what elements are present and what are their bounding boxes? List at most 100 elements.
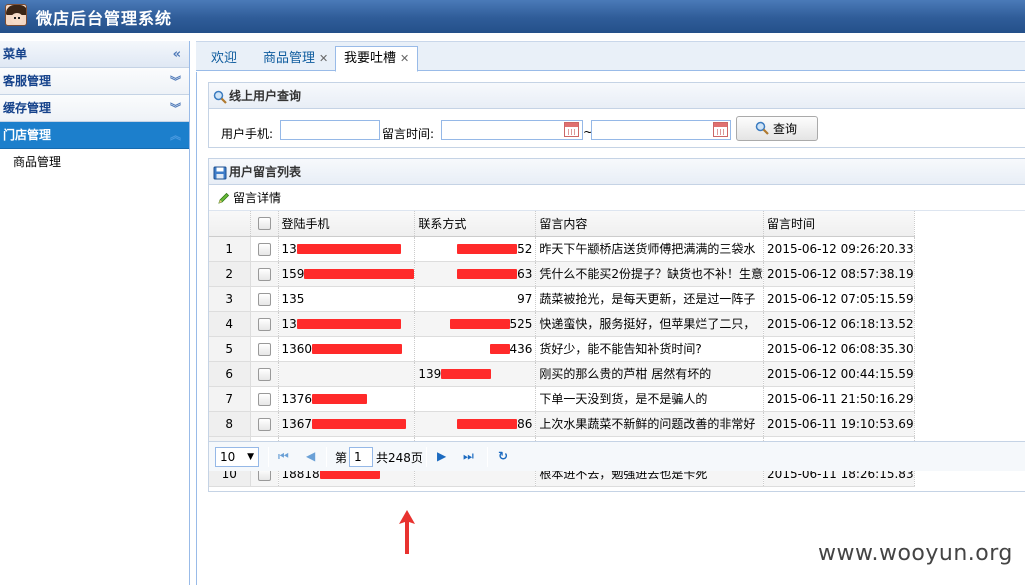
- start-date-input[interactable]: [441, 120, 583, 140]
- message-cell: 凭什么不能买2份提子？缺货也不补！生意: [535, 261, 765, 287]
- table-row[interactable]: 3 135 97 蔬菜被抢光，是每天更新，还是过一阵子 2015-06-12 07:05…: [209, 286, 915, 312]
- contact-cell: [414, 386, 537, 412]
- message-cell: 昨天下午颛桥店送货师傅把满满的三袋水: [535, 236, 765, 262]
- sidebar-header: 菜单 «: [0, 41, 189, 68]
- phone-cell: 1376: [278, 386, 416, 412]
- phone-label: 用户手机:: [221, 127, 274, 141]
- column-header[interactable]: 留言内容: [535, 211, 765, 237]
- query-button[interactable]: 查询: [736, 116, 818, 141]
- row-number: 8: [209, 411, 251, 437]
- row-select-cell: [250, 336, 279, 362]
- main-content: 线上用户查询 用户手机: 留言时间: ~ 查询 用户留言列表 留言详情 登陆手机…: [196, 72, 1025, 585]
- redaction-bar: [312, 419, 407, 429]
- time-cell: 2015-06-12 06:18:13.52: [763, 311, 915, 337]
- calendar-icon[interactable]: [564, 122, 579, 137]
- message-cell: 蔬菜被抢光，是每天更新，还是过一阵子: [535, 286, 765, 312]
- table-row[interactable]: 6 139 刚买的那么贵的芦柑 居然有坏的 2015-06-12 00:44:15.5…: [209, 361, 915, 387]
- collapse-chevron-icon[interactable]: ︽: [170, 122, 181, 149]
- phone-input[interactable]: [280, 120, 380, 140]
- contact-cell: 525: [414, 311, 537, 337]
- row-number: 5: [209, 336, 251, 362]
- search-panel: 线上用户查询 用户手机: 留言时间: ~ 查询: [208, 82, 1025, 148]
- save-disk-icon: [213, 166, 227, 179]
- pagination-bar: 10 ▼ ⏮ ◀ 第 1 共248页 ▶ ⏭ ↻: [209, 441, 1025, 471]
- time-cell: 2015-06-12 08:57:38.19: [763, 261, 915, 287]
- phone-cell: 13: [278, 236, 416, 262]
- sidebar-section-customer-service[interactable]: 客服管理 ︾: [0, 68, 189, 95]
- table-row[interactable]: 8 1367 86 上次水果蔬菜不新鲜的问题改善的非常好 2015-06-11 19:1…: [209, 411, 915, 437]
- table-row[interactable]: 7 1376 下单一天没到货，是不是骗人的 2015-06-11 21:50:16.2…: [209, 386, 915, 412]
- column-header[interactable]: 联系方式: [414, 211, 537, 237]
- redaction-bar: [312, 344, 403, 354]
- message-cell: 刚买的那么贵的芦柑 居然有坏的: [535, 361, 765, 387]
- expand-chevron-icon[interactable]: ︾: [170, 68, 181, 95]
- table-row[interactable]: 4 13 525 快递蛮快，服务挺好，但苹果烂了二只， 2015-06-12 06:18…: [209, 311, 915, 337]
- row-checkbox[interactable]: [257, 317, 271, 331]
- contact-value: 436: [509, 341, 533, 356]
- next-page-icon[interactable]: ▶: [437, 449, 446, 463]
- message-detail-button[interactable]: 留言详情: [217, 191, 281, 205]
- row-select-cell: [250, 386, 279, 412]
- time-cell: 2015-06-12 09:26:20.33: [763, 236, 915, 262]
- row-number: 6: [209, 361, 251, 387]
- previous-page-icon[interactable]: ◀: [306, 449, 315, 463]
- row-checkbox[interactable]: [257, 242, 271, 256]
- end-date-input[interactable]: [591, 120, 731, 140]
- column-header[interactable]: 登陆手机: [278, 211, 416, 237]
- message-detail-label: 留言详情: [233, 191, 282, 205]
- time-cell: 2015-06-12 00:44:15.59: [763, 361, 915, 387]
- close-tab-icon[interactable]: ✕: [400, 52, 409, 65]
- pencil-icon: [218, 192, 230, 204]
- refresh-icon[interactable]: ↻: [498, 449, 508, 463]
- grid-toolbar: 留言详情: [209, 185, 1025, 211]
- tab-label: 商品管理: [263, 51, 316, 66]
- table-row[interactable]: 2 159 63 凭什么不能买2份提子？缺货也不补！生意 2015-06-12 08:5…: [209, 261, 915, 287]
- column-header[interactable]: 留言时间: [763, 211, 915, 237]
- time-cell: 2015-06-12 06:08:35.30: [763, 336, 915, 362]
- row-checkbox[interactable]: [257, 342, 271, 356]
- sidebar-section-cache[interactable]: 缓存管理 ︾: [0, 95, 189, 122]
- phone-cell: 159: [278, 261, 416, 287]
- search-form: 用户手机: 留言时间: ~ 查询: [209, 116, 1025, 144]
- search-icon: [213, 90, 227, 104]
- app-header: 微店后台管理系统: [0, 0, 1025, 33]
- tab-product-management[interactable]: 商品管理 ✕: [254, 46, 337, 72]
- first-page-icon[interactable]: ⏮: [278, 449, 289, 464]
- last-page-icon[interactable]: ⏭: [463, 449, 474, 464]
- row-checkbox[interactable]: [257, 292, 271, 306]
- calendar-icon[interactable]: [713, 122, 728, 137]
- select-all-checkbox[interactable]: [257, 217, 271, 231]
- close-tab-icon[interactable]: ✕: [319, 52, 328, 65]
- page-size-select[interactable]: 10 ▼: [215, 447, 259, 467]
- row-checkbox[interactable]: [257, 267, 271, 281]
- pager-divider: [487, 447, 488, 467]
- row-checkbox[interactable]: [257, 417, 271, 431]
- expand-chevron-icon[interactable]: ︾: [170, 95, 181, 122]
- page-number-input[interactable]: 1: [349, 447, 373, 467]
- row-number: 2: [209, 261, 251, 287]
- table-row[interactable]: 1 13 52 昨天下午颛桥店送货师傅把满满的三袋水 2015-06-12 09:26:…: [209, 236, 915, 262]
- row-checkbox[interactable]: [257, 392, 271, 406]
- sidebar-section-label: 门店管理: [3, 128, 52, 142]
- row-select-cell: [250, 311, 279, 337]
- sidebar-section-store[interactable]: 门店管理 ︽: [0, 122, 189, 149]
- redaction-bar: [312, 394, 368, 404]
- pager-divider: [426, 447, 427, 467]
- sidebar-header-label: 菜单: [3, 47, 28, 61]
- row-number: 4: [209, 311, 251, 337]
- sidebar-item-product-management[interactable]: 商品管理: [0, 149, 189, 176]
- tab-feedback[interactable]: 我要吐槽 ✕: [335, 46, 419, 72]
- phone-value: 159: [281, 266, 305, 281]
- tab-welcome[interactable]: 欢迎: [202, 46, 246, 72]
- contact-value: 97: [517, 291, 533, 306]
- row-number: 3: [209, 286, 251, 312]
- collapse-sidebar-icon[interactable]: «: [173, 41, 181, 68]
- contact-value: 525: [509, 316, 533, 331]
- row-select-cell: [250, 261, 279, 287]
- table-row[interactable]: 5 1360 436 货好少，能不能告知补货时间? 2015-06-12 06:08:3…: [209, 336, 915, 362]
- row-checkbox[interactable]: [257, 367, 271, 381]
- search-panel-header: 线上用户查询: [209, 83, 1025, 109]
- row-select-cell: [250, 361, 279, 387]
- message-cell: 上次水果蔬菜不新鲜的问题改善的非常好: [535, 411, 765, 437]
- contact-cell: 139: [414, 361, 537, 387]
